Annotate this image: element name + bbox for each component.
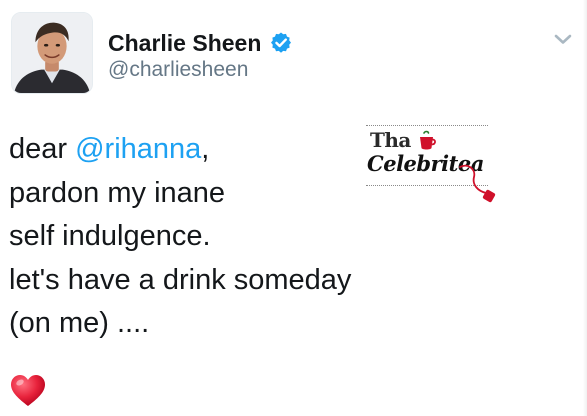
tweet-card: Charlie Sheen @charliesheen dear @rihann… <box>0 0 587 416</box>
tweet-text-suffix: , <box>201 133 210 165</box>
tweet-line: self indulgence. <box>9 220 211 252</box>
chevron-down-icon[interactable] <box>552 30 574 48</box>
username[interactable]: @charliesheen <box>108 57 248 83</box>
display-name[interactable]: Charlie Sheen <box>108 29 261 57</box>
tweet-line: (on me) .... <box>9 307 150 339</box>
tweet-line: pardon my inane <box>9 176 226 209</box>
watermark-logo: Tha Celebritea <box>358 121 498 211</box>
watermark-rule <box>366 125 488 126</box>
watermark-line1: Tha <box>370 128 411 152</box>
verified-badge-icon <box>271 32 292 53</box>
avatar[interactable] <box>11 12 93 94</box>
author-name-row[interactable]: Charlie Sheen <box>108 29 293 57</box>
teacup-icon <box>420 130 436 150</box>
tweet-line: let's have a drink someday <box>9 263 352 296</box>
tweet-text-prefix: dear <box>9 133 76 165</box>
profile-photo-icon <box>12 13 92 93</box>
heart-emoji-icon <box>11 375 45 406</box>
mention-link[interactable]: @rihanna <box>75 133 201 165</box>
tweet-text: dear @rihanna, pardon my inane self indu… <box>9 128 409 346</box>
tea-bag-string-icon <box>459 164 496 203</box>
tweet-line: dear @rihanna, <box>9 128 409 172</box>
edge-shadow <box>583 0 587 416</box>
